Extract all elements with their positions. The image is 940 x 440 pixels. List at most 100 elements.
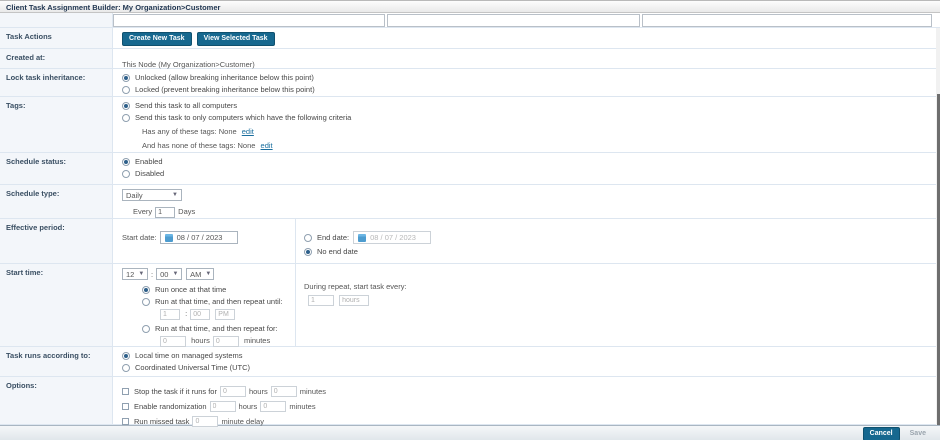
minute-value: 00	[160, 270, 168, 279]
has-none-edit-link[interactable]: edit	[261, 141, 273, 150]
hour-value: 12	[126, 270, 134, 279]
randomization-label: Enable randomization	[134, 402, 207, 411]
repeat-for-radio[interactable]	[142, 325, 150, 333]
criteria-radio[interactable]	[122, 114, 130, 122]
disabled-label: Disabled	[135, 169, 164, 178]
days-label: Days	[178, 207, 195, 216]
minutes-unit-label: minutes	[300, 387, 326, 396]
hour-select[interactable]: 12 ▼	[122, 268, 148, 280]
stop-minutes-input[interactable]	[271, 386, 297, 397]
run-once-radio[interactable]	[142, 286, 150, 294]
lock-inheritance-row: Lock task inheritance: Unlocked (allow b…	[0, 69, 940, 97]
locked-radio[interactable]	[122, 86, 130, 94]
minute-select[interactable]: 00 ▼	[156, 268, 182, 280]
task-type-cell[interactable]	[387, 14, 640, 27]
run-once-label: Run once at that time	[155, 285, 226, 294]
task-actions-label: Task Actions	[0, 28, 113, 48]
interval-input[interactable]	[155, 207, 175, 218]
repeat-for-label: Run at that time, and then repeat for:	[155, 324, 278, 333]
start-date-label: Start date:	[122, 233, 157, 242]
all-computers-label: Send this task to all computers	[135, 101, 237, 110]
task-actions-row: Task Actions Create New Task View Select…	[0, 28, 940, 49]
schedule-status-row: Schedule status: Enabled Disabled	[0, 153, 940, 185]
end-date-radio[interactable]	[304, 234, 312, 242]
every-label: Every	[133, 207, 152, 216]
hours-unit-label: hours	[191, 336, 210, 345]
stop-hours-input[interactable]	[220, 386, 246, 397]
local-time-label: Local time on managed systems	[135, 351, 243, 360]
repeat-for-minutes-input[interactable]	[213, 336, 239, 347]
calendar-icon[interactable]	[165, 234, 173, 242]
until-colon: :	[185, 309, 187, 318]
no-end-date-radio[interactable]	[304, 248, 312, 256]
until-ampm-input[interactable]	[215, 309, 235, 320]
tags-row: Tags: Send this task to all computers Se…	[0, 97, 940, 153]
footer-bar: Cancel Save	[0, 425, 940, 440]
schedule-type-select[interactable]: Daily ▼	[122, 189, 182, 201]
ampm-value: AM	[190, 270, 201, 279]
all-computers-radio[interactable]	[122, 102, 130, 110]
no-end-date-label: No end date	[317, 247, 358, 256]
task-runs-label: Task runs according to:	[0, 347, 113, 376]
utc-label: Coordinated Universal Time (UTC)	[135, 363, 250, 372]
task-name-cell[interactable]	[642, 14, 932, 27]
create-new-task-button[interactable]: Create New Task	[122, 32, 192, 46]
locked-label: Locked (prevent breaking inheritance bel…	[135, 85, 315, 94]
options-row: Options: Stop the task if it runs for ho…	[0, 377, 940, 425]
task-selection-header-label-cell	[0, 13, 113, 27]
end-date-input[interactable]: 08 / 07 / 2023	[353, 231, 431, 244]
unlocked-radio[interactable]	[122, 74, 130, 82]
ampm-select[interactable]: AM▼	[186, 268, 214, 280]
has-none-tags-label: And has none of these tags:	[142, 141, 235, 150]
has-any-tags-label: Has any of these tags:	[142, 127, 217, 136]
local-time-radio[interactable]	[122, 352, 130, 360]
task-selection-header-row	[0, 13, 940, 28]
hours-unit-label: hours	[249, 387, 268, 396]
randomization-checkbox[interactable]	[122, 403, 129, 410]
created-at-label: Created at:	[0, 49, 113, 68]
page-title: Client Task Assignment Builder: My Organ…	[0, 1, 940, 13]
until-minute-input[interactable]	[190, 309, 210, 320]
stop-task-checkbox[interactable]	[122, 388, 129, 395]
cancel-button[interactable]: Cancel	[863, 427, 900, 440]
hours-unit-label: hours	[239, 402, 258, 411]
options-label: Options:	[0, 377, 113, 424]
view-selected-task-button[interactable]: View Selected Task	[197, 32, 275, 46]
calendar-icon	[358, 234, 366, 242]
schedule-type-row: Schedule type: Daily ▼ Every Days	[0, 185, 940, 219]
during-repeat-label: During repeat, start task every:	[304, 282, 940, 291]
random-hours-input[interactable]	[210, 401, 236, 412]
repeat-until-radio[interactable]	[142, 298, 150, 306]
unlocked-label: Unlocked (allow breaking inheritance bel…	[135, 73, 314, 82]
schedule-type-label: Schedule type:	[0, 185, 113, 218]
tags-label: Tags:	[0, 97, 113, 152]
minutes-unit-label: minutes	[289, 402, 315, 411]
has-any-tags-value: None	[219, 127, 237, 136]
created-at-row: Created at: This Node (My Organization>C…	[0, 49, 940, 69]
disabled-radio[interactable]	[122, 170, 130, 178]
effective-period-label: Effective period:	[0, 219, 113, 263]
repeat-for-hours-input[interactable]	[160, 336, 186, 347]
criteria-label: Send this task to only computers which h…	[135, 113, 351, 122]
start-time-label: Start time:	[0, 264, 113, 346]
enabled-radio[interactable]	[122, 158, 130, 166]
has-any-edit-link[interactable]: edit	[242, 127, 254, 136]
missed-delay-input[interactable]	[192, 416, 218, 427]
chevron-down-icon: ▼	[172, 271, 178, 277]
random-minutes-input[interactable]	[260, 401, 286, 412]
during-repeat-unit-input[interactable]	[339, 295, 369, 306]
during-repeat-value-input[interactable]	[308, 295, 334, 306]
time-colon: :	[151, 270, 153, 279]
created-at-value: This Node (My Organization>Customer)	[122, 60, 255, 69]
start-date-input[interactable]: 08 / 07 / 2023	[160, 231, 238, 244]
save-button[interactable]: Save	[906, 428, 930, 439]
utc-radio[interactable]	[122, 364, 130, 372]
start-date-value: 08 / 07 / 2023	[177, 233, 223, 242]
until-hour-input[interactable]	[160, 309, 180, 320]
chevron-down-icon: ▼	[138, 271, 144, 277]
task-product-cell[interactable]	[113, 14, 385, 27]
enabled-label: Enabled	[135, 157, 163, 166]
client-task-assignment-builder: Client Task Assignment Builder: My Organ…	[0, 0, 940, 440]
run-missed-checkbox[interactable]	[122, 418, 129, 425]
stop-task-label: Stop the task if it runs for	[134, 387, 217, 396]
